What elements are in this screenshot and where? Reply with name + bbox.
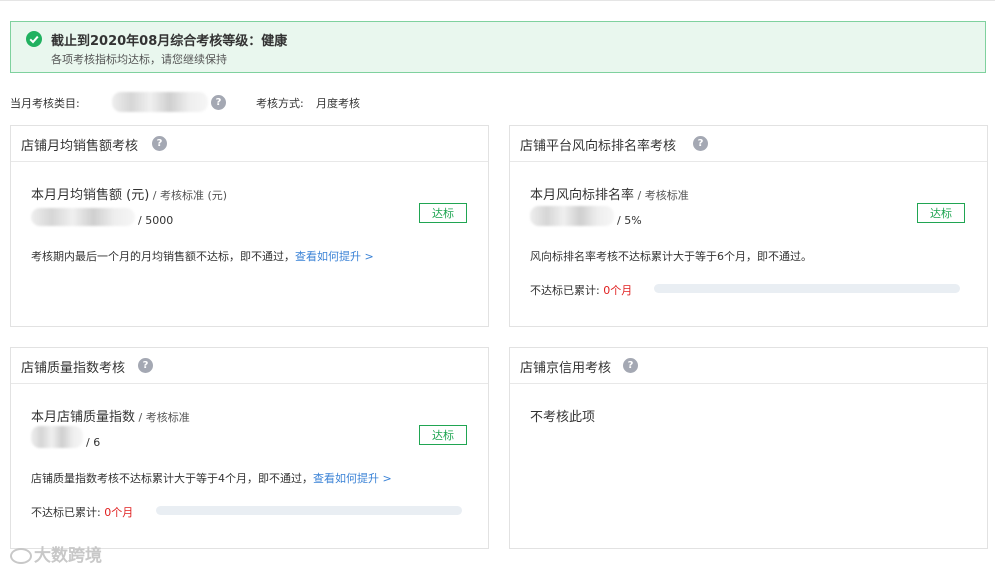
status-badge: 达标 [419, 203, 467, 223]
banner-subtitle: 各项考核指标均达标，请您继续保持 [51, 53, 227, 66]
redacted-value [31, 208, 135, 226]
target-value: / 5000 [138, 214, 174, 227]
method-label: 考核方式: [256, 97, 304, 110]
metric-name: 本月风向标排名率 [530, 188, 635, 203]
metric-label: 本月月均销售额 (元) / 考核标准 (元) [31, 184, 227, 203]
rule-text: 店铺质量指数考核不达标累计大于等于4个月，即不通过， [31, 472, 313, 485]
method-value: 月度考核 [316, 97, 360, 110]
card-header: 店铺平台风向标排名率考核 ? [510, 126, 987, 162]
accumulated-value: 0个月 [603, 284, 633, 297]
metric-name: 本月月均销售额 (元) [31, 188, 150, 203]
metric-label: 本月店铺质量指数 / 考核标准 [31, 406, 190, 425]
rule-note: 考核期内最后一个月的月均销售额不达标，即不通过，查看如何提升 > [31, 248, 374, 264]
rule-note: 风向标排名率考核不达标累计大于等于6个月，即不通过。 [530, 250, 812, 263]
watermark: 大数跨境 [10, 541, 102, 566]
card-wind-vane-rank: 店铺平台风向标排名率考核 ? 本月风向标排名率 / 考核标准 / 5% 达标 风… [509, 125, 988, 327]
category-label: 当月考核类目: [10, 97, 80, 110]
question-icon[interactable]: ? [138, 358, 153, 373]
card-header: 店铺月均销售额考核 ? [11, 126, 488, 162]
accumulated-label: 不达标已累计: 0个月 [31, 504, 133, 520]
card-title: 店铺质量指数考核 [21, 361, 126, 376]
top-divider [0, 0, 995, 1]
rule-text: 考核期内最后一个月的月均销售额不达标，即不通过， [31, 250, 295, 263]
target-value: / 5% [617, 214, 642, 227]
card-jd-credit: 店铺京信用考核 ? 不考核此项 [509, 347, 988, 549]
redacted-value [31, 426, 83, 448]
question-icon[interactable]: ? [623, 358, 638, 373]
metric-standard: / 考核标准 [634, 189, 689, 202]
card-header: 店铺质量指数考核 ? [11, 348, 488, 384]
watermark-text: 大数跨境 [34, 546, 102, 566]
improve-link[interactable]: 查看如何提升 > [295, 250, 374, 263]
accumulated-value: 0个月 [104, 506, 134, 519]
metric-standard: / 考核标准 (元) [149, 189, 228, 202]
rule-note: 店铺质量指数考核不达标累计大于等于4个月，即不通过，查看如何提升 > [31, 470, 392, 486]
accumulated-text: 不达标已累计: [530, 284, 600, 297]
status-badge: 达标 [917, 203, 965, 223]
metric-label: 本月风向标排名率 / 考核标准 [530, 184, 689, 203]
accumulated-progress-bar [156, 506, 462, 515]
card-quality-index: 店铺质量指数考核 ? 本月店铺质量指数 / 考核标准 / 6 达标 店铺质量指数… [10, 347, 489, 549]
target-value: / 6 [86, 436, 101, 449]
question-icon[interactable]: ? [211, 95, 226, 110]
accumulated-text: 不达标已累计: [31, 506, 101, 519]
accumulated-progress-bar [654, 284, 960, 293]
question-icon[interactable]: ? [693, 136, 708, 151]
assessment-status-banner: 截止到2020年08月综合考核等级：健康 各项考核指标均达标，请您继续保持 [10, 21, 986, 73]
improve-link[interactable]: 查看如何提升 > [313, 472, 392, 485]
check-circle-icon [26, 31, 42, 47]
accumulated-label: 不达标已累计: 0个月 [530, 282, 632, 298]
metric-standard: / 考核标准 [135, 411, 190, 424]
card-title: 店铺京信用考核 [520, 361, 612, 376]
card-monthly-sales: 店铺月均销售额考核 ? 本月月均销售额 (元) / 考核标准 (元) / 500… [10, 125, 489, 327]
question-icon[interactable]: ? [152, 136, 167, 151]
card-title: 店铺月均销售额考核 [21, 139, 139, 154]
not-assessed-message: 不考核此项 [530, 410, 596, 425]
card-title: 店铺平台风向标排名率考核 [520, 139, 677, 154]
redacted-category [112, 92, 208, 112]
banner-title: 截止到2020年08月综合考核等级：健康 [51, 34, 288, 49]
card-header: 店铺京信用考核 ? [510, 348, 987, 384]
redacted-value [530, 206, 614, 226]
metric-name: 本月店铺质量指数 [31, 410, 136, 425]
watermark-logo-icon [10, 548, 32, 564]
status-badge: 达标 [419, 425, 467, 445]
